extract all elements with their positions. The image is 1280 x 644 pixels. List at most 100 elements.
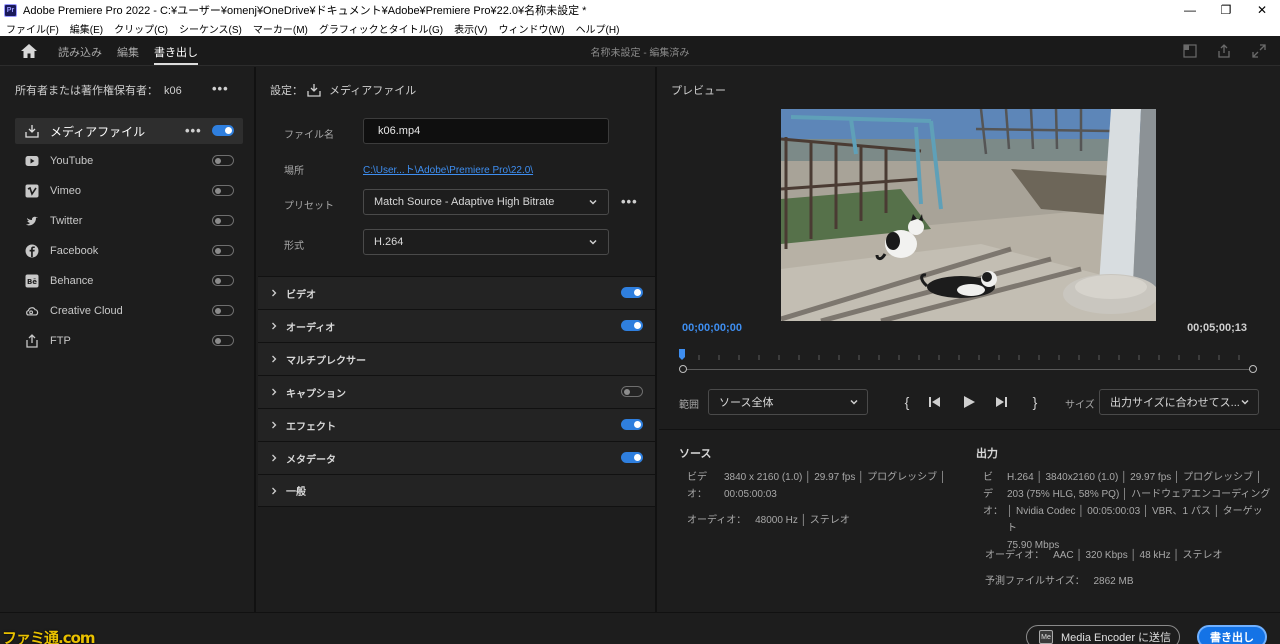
menu-view[interactable]: 表示(V) bbox=[454, 21, 487, 36]
minimize-button[interactable]: — bbox=[1172, 0, 1208, 20]
mark-out-button[interactable]: } bbox=[1027, 394, 1043, 410]
menu-edit[interactable]: 編集(E) bbox=[70, 21, 103, 36]
source-video-key: ビデ オ： bbox=[687, 472, 707, 500]
close-button[interactable]: ✕ bbox=[1244, 0, 1280, 20]
maximize-button[interactable]: ❐ bbox=[1208, 0, 1244, 20]
workspace-header: 読み込み 編集 書き出し 名称未設定 - 編集済み bbox=[0, 36, 1280, 66]
toggle-audio[interactable] bbox=[621, 320, 643, 331]
mark-in-button[interactable]: { bbox=[899, 394, 915, 410]
owner-name: k06 bbox=[164, 85, 182, 97]
toggle-facebook[interactable] bbox=[212, 245, 234, 256]
step-forward-icon[interactable] bbox=[993, 394, 1009, 410]
encoder-button-label: Media Encoder に送信 bbox=[1061, 632, 1172, 644]
section-multiplexer[interactable]: マルチプレクサー bbox=[258, 342, 655, 375]
dest-label: FTP bbox=[50, 335, 71, 347]
range-value: ソース全体 bbox=[719, 397, 774, 409]
range-bar[interactable] bbox=[683, 369, 1253, 370]
dest-youtube[interactable]: YouTube bbox=[15, 148, 243, 174]
toggle-video[interactable] bbox=[621, 287, 643, 298]
size-select[interactable]: 出力サイズに合わせてス... bbox=[1099, 389, 1259, 415]
range-label: 範囲 bbox=[679, 400, 699, 411]
dest-vimeo[interactable]: Vimeo bbox=[15, 178, 243, 204]
dest-label: Creative Cloud bbox=[50, 305, 123, 317]
timeline-ruler[interactable] bbox=[679, 349, 1256, 361]
format-label: 形式 bbox=[284, 241, 304, 252]
chevron-right-icon bbox=[272, 421, 277, 429]
output-audio: オーディオ： AAC │ 320 Kbps │ 48 kHz │ ステレオ bbox=[985, 547, 1222, 564]
location-label: 場所 bbox=[284, 166, 304, 177]
range-out-handle[interactable] bbox=[1249, 365, 1257, 373]
dest-label: Twitter bbox=[50, 215, 83, 227]
toggle-creative-cloud[interactable] bbox=[212, 305, 234, 316]
quick-export-icon[interactable] bbox=[1182, 43, 1198, 59]
preset-more-button[interactable]: ••• bbox=[621, 194, 638, 209]
preset-select[interactable]: Match Source - Adaptive High Bitrate bbox=[363, 189, 609, 215]
toggle-twitter[interactable] bbox=[212, 215, 234, 226]
section-general[interactable]: 一般 bbox=[258, 474, 655, 507]
location-link[interactable]: C:\User...ト\Adobe\Premiere Pro\22.0\ bbox=[363, 161, 533, 176]
output-filesize-value: 2862 MB bbox=[1093, 576, 1134, 587]
menu-graphics[interactable]: グラフィックとタイトル(G) bbox=[319, 21, 443, 36]
filename-input[interactable]: k06.mp4 bbox=[363, 118, 609, 144]
range-select[interactable]: ソース全体 bbox=[708, 389, 868, 415]
timecode-start[interactable]: 00;00;00;00 bbox=[682, 322, 742, 334]
toggle-media-file[interactable] bbox=[212, 125, 234, 136]
dest-label: Behance bbox=[50, 275, 94, 287]
source-audio: オーディオ： 48000 Hz │ ステレオ bbox=[687, 512, 850, 529]
share-icon[interactable] bbox=[1216, 43, 1232, 59]
menu-window[interactable]: ウィンドウ(W) bbox=[498, 21, 564, 36]
menu-sequence[interactable]: シーケンス(S) bbox=[179, 21, 242, 36]
section-audio[interactable]: オーディオ bbox=[258, 309, 655, 342]
media-file-more-button[interactable]: ••• bbox=[185, 123, 202, 138]
preview-title: プレビュー bbox=[671, 85, 726, 97]
section-captions[interactable]: キャプション bbox=[258, 375, 655, 408]
section-label: マルチプレクサー bbox=[286, 355, 366, 367]
menu-file[interactable]: ファイル(F) bbox=[6, 21, 59, 36]
dest-facebook[interactable]: Facebook bbox=[15, 238, 243, 264]
menu-clip[interactable]: クリップ(C) bbox=[114, 21, 168, 36]
settings-target: メディアファイル bbox=[329, 85, 417, 97]
format-select[interactable]: H.264 bbox=[363, 229, 609, 255]
export-button[interactable]: 書き出し bbox=[1197, 625, 1267, 644]
dest-label: YouTube bbox=[50, 155, 94, 167]
play-icon[interactable] bbox=[961, 394, 977, 410]
send-to-media-encoder-button[interactable]: Me Media Encoder に送信 bbox=[1026, 625, 1180, 644]
output-audio-value: AAC │ 320 Kbps │ 48 kHz │ ステレオ bbox=[1053, 550, 1223, 561]
destinations-panel: 所有者または著作権保有者： k06 ••• メディアファイル ••• YouTub… bbox=[0, 67, 256, 612]
owner-label: 所有者または著作権保有者： bbox=[15, 85, 158, 97]
timecode-end: 00;05;00;13 bbox=[1187, 322, 1247, 334]
toggle-behance[interactable] bbox=[212, 275, 234, 286]
menu-help[interactable]: ヘルプ(H) bbox=[576, 21, 620, 36]
owner-more-button[interactable]: ••• bbox=[212, 81, 229, 96]
menu-marker[interactable]: マーカー(M) bbox=[253, 21, 308, 36]
fullscreen-icon[interactable] bbox=[1251, 43, 1267, 59]
watermark-logo: ファミ通.com bbox=[2, 629, 96, 644]
youtube-icon bbox=[25, 154, 39, 168]
preset-value: Match Source - Adaptive High Bitrate bbox=[374, 196, 555, 208]
preset-label: プリセット bbox=[284, 201, 334, 212]
dest-behance[interactable]: Bē Behance bbox=[15, 268, 243, 294]
behance-icon: Bē bbox=[25, 274, 39, 288]
settings-panel: 設定： メディアファイル ファイル名 k06.mp4 場所 C:\User...… bbox=[258, 67, 657, 612]
format-value: H.264 bbox=[374, 236, 404, 248]
chevron-down-icon bbox=[850, 399, 858, 405]
section-metadata[interactable]: メタデータ bbox=[258, 441, 655, 474]
step-back-icon[interactable] bbox=[927, 394, 943, 410]
vimeo-icon bbox=[25, 184, 39, 198]
toggle-effects[interactable] bbox=[621, 419, 643, 430]
dest-twitter[interactable]: Twitter bbox=[15, 208, 243, 234]
toggle-vimeo[interactable] bbox=[212, 185, 234, 196]
section-effects[interactable]: エフェクト bbox=[258, 408, 655, 441]
dest-creative-cloud[interactable]: Creative Cloud bbox=[15, 298, 243, 324]
toggle-ftp[interactable] bbox=[212, 335, 234, 346]
dest-media-file[interactable]: メディアファイル bbox=[15, 118, 243, 144]
section-label: キャプション bbox=[286, 388, 346, 400]
dest-ftp[interactable]: FTP bbox=[15, 328, 243, 354]
size-label: サイズ bbox=[1065, 400, 1095, 411]
toggle-youtube[interactable] bbox=[212, 155, 234, 166]
toggle-captions[interactable] bbox=[621, 386, 643, 397]
toggle-metadata[interactable] bbox=[621, 452, 643, 463]
dest-label: メディアファイル bbox=[50, 124, 146, 139]
section-video[interactable]: ビデオ bbox=[258, 276, 655, 309]
range-in-handle[interactable] bbox=[679, 365, 687, 373]
